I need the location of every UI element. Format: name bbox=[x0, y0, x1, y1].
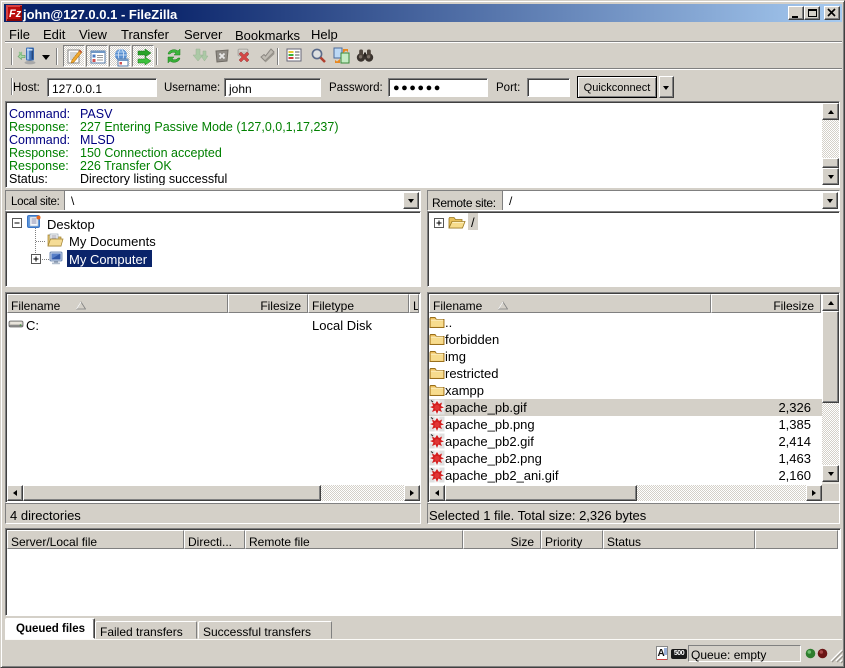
svg-text:A: A bbox=[658, 648, 665, 659]
svg-text:Fz: Fz bbox=[9, 8, 22, 20]
